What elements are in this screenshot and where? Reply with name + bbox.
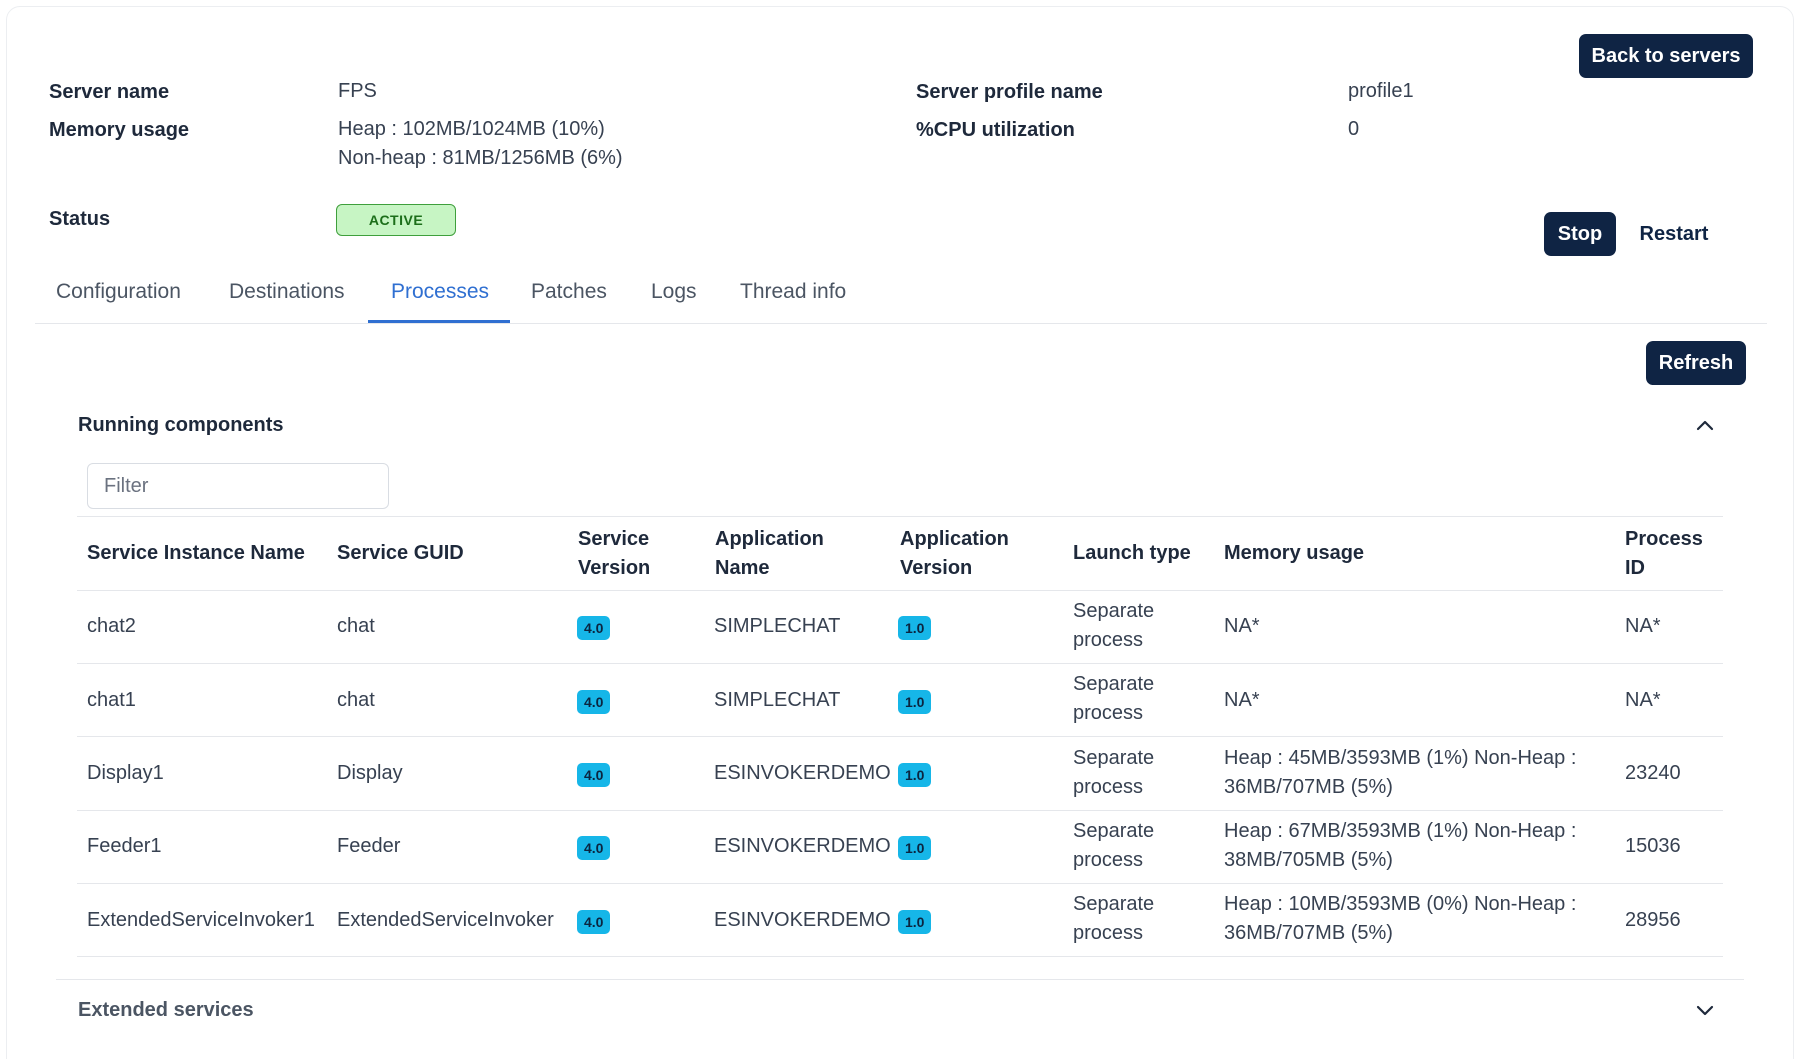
extended-services-title[interactable]: Extended services	[78, 999, 254, 1022]
cell-instance: ExtendedServiceInvoker1	[87, 909, 315, 931]
status-label: Status	[49, 208, 111, 230]
memory-usage-label: Memory usage	[49, 119, 190, 141]
cell-memory-usage: Heap : 10MB/3593MB (0%) Non-Heap :36MB/7…	[1224, 893, 1577, 944]
tab-thread-info[interactable]: Thread info	[740, 280, 846, 304]
cell-app-name: ESINVOKERDEMO	[714, 762, 891, 784]
row-divider	[77, 810, 1723, 811]
cell-process-id: NA*	[1625, 689, 1661, 711]
col-header-application-version: Application Version	[900, 528, 1009, 579]
col-header-launch-type: Launch type	[1073, 542, 1191, 564]
chevron-down-icon[interactable]	[1694, 999, 1716, 1021]
cpu-utilization-value: 0	[1348, 118, 1360, 140]
col-header-process-id: Process ID	[1625, 528, 1703, 579]
cell-launch-type: Separate process	[1073, 673, 1155, 724]
cell-launch-type: Separate process	[1073, 600, 1155, 651]
cell-guid: Display	[337, 762, 403, 784]
cell-process-id: 28956	[1625, 909, 1681, 931]
app-version-badge: 1.0	[898, 690, 932, 714]
cell-app-name: ESINVOKERDEMO	[714, 909, 891, 931]
cell-memory-usage: Heap : 45MB/3593MB (1%) Non-Heap :36MB/7…	[1224, 747, 1577, 798]
filter-input[interactable]	[87, 463, 389, 509]
table-header-border	[77, 590, 1723, 591]
server-profile-value: profile1	[1348, 80, 1414, 102]
app-version-badge: 1.0	[898, 763, 932, 787]
service-version-badge: 4.0	[577, 616, 611, 640]
cell-instance: Display1	[87, 762, 164, 784]
status-badge: ACTIVE	[336, 204, 456, 236]
cell-instance: Feeder1	[87, 835, 162, 857]
col-header-service-version: Service Version	[578, 528, 651, 579]
app-version-badge: 1.0	[898, 836, 932, 860]
service-version-badge: 4.0	[577, 690, 611, 714]
col-header-guid: Service GUID	[337, 542, 464, 564]
cell-instance: chat2	[87, 615, 136, 637]
server-name-value: FPS	[338, 80, 377, 102]
table-bottom-border	[77, 956, 1723, 957]
section-divider	[56, 979, 1744, 980]
cell-launch-type: Separate process	[1073, 893, 1155, 944]
back-to-servers-button[interactable]: Back to servers	[1579, 34, 1753, 78]
cpu-utilization-label: %CPU utilization	[916, 119, 1075, 141]
row-divider	[77, 663, 1723, 664]
cell-process-id: NA*	[1625, 615, 1661, 637]
cell-launch-type: Separate process	[1073, 747, 1155, 798]
cell-process-id: 23240	[1625, 762, 1681, 784]
tab-patches[interactable]: Patches	[531, 280, 607, 304]
cell-guid: chat	[337, 615, 375, 637]
cell-guid: chat	[337, 689, 375, 711]
stop-button[interactable]: Stop	[1544, 212, 1616, 256]
server-name-label: Server name	[49, 81, 170, 103]
service-version-badge: 4.0	[577, 763, 611, 787]
restart-button[interactable]: Restart	[1630, 212, 1718, 256]
service-version-badge: 4.0	[577, 910, 611, 934]
tab-configuration[interactable]: Configuration	[56, 280, 181, 304]
cell-memory-usage: Heap : 67MB/3593MB (1%) Non-Heap :38MB/7…	[1224, 820, 1577, 871]
cell-app-name: ESINVOKERDEMO	[714, 835, 891, 857]
cell-memory-usage: NA*	[1224, 689, 1260, 711]
cell-guid: ExtendedServiceInvoker	[337, 909, 554, 931]
cell-launch-type: Separate process	[1073, 820, 1155, 871]
row-divider	[77, 883, 1723, 884]
cell-process-id: 15036	[1625, 835, 1681, 857]
row-divider	[77, 736, 1723, 737]
active-tab-indicator	[368, 320, 510, 323]
col-header-memory-usage: Memory usage	[1224, 542, 1365, 564]
tabs-divider	[35, 323, 1767, 324]
cell-guid: Feeder	[337, 835, 401, 857]
cell-app-name: SIMPLECHAT	[714, 689, 841, 711]
col-header-application-name: Application Name	[715, 528, 824, 579]
memory-nonheap-value: Non-heap : 81MB/1256MB (6%)	[338, 147, 623, 169]
app-version-badge: 1.0	[898, 616, 932, 640]
chevron-up-icon[interactable]	[1694, 414, 1716, 436]
service-version-badge: 4.0	[577, 836, 611, 860]
memory-heap-value: Heap : 102MB/1024MB (10%)	[338, 118, 605, 140]
app-version-badge: 1.0	[898, 910, 932, 934]
server-profile-label: Server profile name	[916, 81, 1103, 103]
cell-instance: chat1	[87, 689, 136, 711]
refresh-button[interactable]: Refresh	[1646, 341, 1746, 385]
col-header-instance: Service Instance Name	[87, 542, 305, 564]
tab-processes[interactable]: Processes	[391, 280, 489, 304]
running-components-title: Running components	[78, 414, 284, 436]
tab-destinations[interactable]: Destinations	[229, 280, 345, 304]
cell-memory-usage: NA*	[1224, 615, 1260, 637]
table-top-border	[77, 516, 1723, 517]
cell-app-name: SIMPLECHAT	[714, 615, 841, 637]
tab-logs[interactable]: Logs	[651, 280, 697, 304]
